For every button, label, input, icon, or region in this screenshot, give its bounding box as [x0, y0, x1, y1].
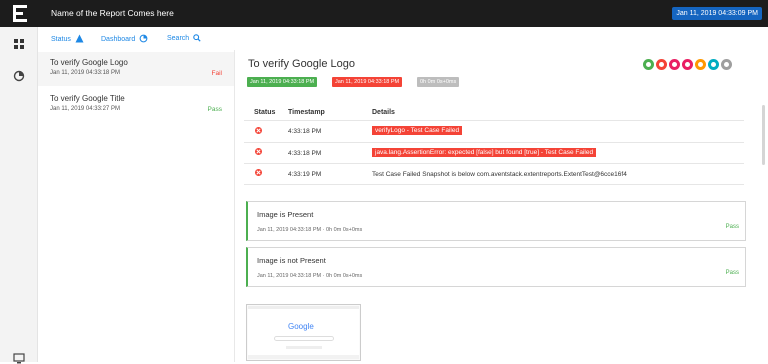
child-node[interactable]: Image is not Present Jan 11, 2019 04:33:… [246, 247, 746, 287]
screenshot-footer [248, 355, 359, 359]
test-list: To verify Google Logo Jan 11, 2019 04:33… [38, 50, 235, 362]
log-detail: java.lang.AssertionError: expected [fals… [372, 148, 597, 157]
log-header-timestamp: Timestamp [288, 109, 325, 116]
screenshot-search-box [274, 336, 334, 341]
fatal-status-icon [669, 59, 680, 70]
fail-status-icon [656, 59, 667, 70]
log-timestamp: 4:33:18 PM [288, 150, 322, 157]
test-status: Pass [207, 106, 222, 113]
error-status-icon [682, 59, 693, 70]
duration-chip: 0h 0m 0s+0ms [417, 77, 460, 87]
log-divider [244, 163, 744, 164]
test-detail-pane: To verify Google Logo Jan 11, 2019 04:33… [236, 50, 768, 362]
test-time: Jan 11, 2019 04:33:27 PM [50, 106, 120, 112]
skip-status-icon [708, 59, 719, 70]
test-name: To verify Google Title [50, 94, 125, 103]
test-item-google-title[interactable]: To verify Google Title Jan 11, 2019 04:3… [38, 88, 234, 122]
dashboard-link-label: Dashboard [101, 36, 136, 43]
status-filter[interactable]: Status [51, 34, 84, 43]
search-link-label: Search [167, 35, 190, 42]
log-header-details: Details [372, 109, 395, 116]
test-time: Jan 11, 2019 04:33:18 PM [50, 70, 120, 76]
end-time-chip: Jan 11, 2019 04:33:18 PM [332, 77, 403, 87]
log-detail: verifyLogo - Test Case Failed [372, 126, 463, 135]
log-detail-text: verifyLogo - Test Case Failed [372, 126, 463, 135]
fail-icon [255, 169, 262, 176]
node-name: Image is not Present [257, 256, 326, 265]
sub-toolbar: Status Dashboard Search [38, 27, 768, 50]
child-node[interactable]: Image is Present Jan 11, 2019 04:33:18 P… [246, 201, 746, 241]
log-detail-text: java.lang.AssertionError: expected [fals… [372, 148, 597, 157]
side-nav [0, 27, 38, 364]
node-status: Pass [725, 270, 739, 276]
log-timestamp: 4:33:18 PM [288, 128, 322, 135]
search-icon [193, 34, 201, 42]
pass-status-icon [643, 59, 654, 70]
test-detail-title: To verify Google Logo [248, 58, 356, 70]
detail-scrollbar[interactable] [762, 105, 765, 165]
test-name: To verify Google Logo [50, 58, 128, 67]
extent-logo-icon[interactable] [13, 5, 27, 22]
dashboard-small-icon [139, 34, 148, 43]
start-time-chip: Jan 11, 2019 04:33:18 PM [247, 77, 318, 87]
node-time: Jan 11, 2019 04:33:18 PM · 0h 0m 0s+0ms [257, 227, 363, 233]
log-timestamp: 4:33:19 PM [288, 171, 322, 178]
test-view-icon[interactable] [13, 38, 25, 50]
log-divider [244, 142, 744, 143]
node-time: Jan 11, 2019 04:33:18 PM · 0h 0m 0s+0ms [257, 273, 363, 279]
test-item-google-logo[interactable]: To verify Google Logo Jan 11, 2019 04:33… [38, 52, 234, 86]
log-detail-text: Test Case Failed Snapshot is below com.a… [372, 171, 627, 178]
top-bar: Name of the Report Comes here Jan 11, 20… [0, 0, 768, 27]
failure-screenshot-thumbnail[interactable]: Google [246, 304, 361, 361]
dashboard-link[interactable]: Dashboard [101, 34, 148, 43]
screenshot-browser-bar [248, 306, 359, 309]
log-divider [244, 184, 744, 185]
node-status: Pass [725, 224, 739, 230]
screenshot-logo-text: Google [288, 322, 314, 331]
report-title: Name of the Report Comes here [51, 8, 174, 18]
test-status: Fail [211, 70, 222, 77]
screenshot-page: Google [248, 306, 359, 359]
log-header-status: Status [254, 109, 276, 116]
screenshot-buttons [286, 346, 322, 349]
screenshot-google-logo: Google [288, 322, 314, 331]
log-divider [244, 120, 744, 121]
fail-icon [255, 127, 262, 134]
monitor-icon[interactable] [13, 352, 25, 364]
search-link[interactable]: Search [167, 34, 201, 42]
status-filter-label: Status [51, 36, 71, 43]
warning-status-icon [695, 59, 706, 70]
node-name: Image is Present [257, 210, 314, 219]
dashboard-icon[interactable] [13, 70, 25, 82]
report-date-badge: Jan 11, 2019 04:33:09 PM [672, 7, 762, 20]
warning-icon [75, 34, 84, 43]
fail-icon [255, 148, 262, 155]
info-status-icon [721, 59, 732, 70]
